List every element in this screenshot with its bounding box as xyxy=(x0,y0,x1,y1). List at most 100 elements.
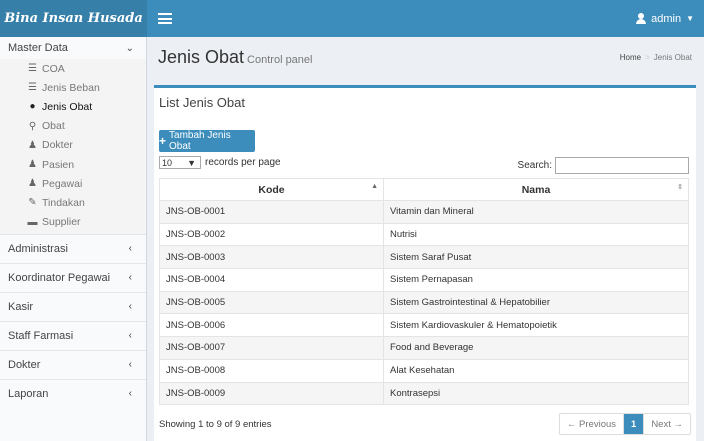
next-page-button[interactable]: Next → xyxy=(643,414,690,434)
sidebar-item-dokter-menu[interactable]: Dokter ‹ xyxy=(0,349,146,379)
table-row: JNS-OB-0005 Sistem Gastrointestinal & Hep… xyxy=(159,290,689,315)
breadcrumb-separator: > xyxy=(645,52,650,62)
breadcrumb: Home > Jenis Obat xyxy=(620,53,692,62)
nama-cell: Sistem Saraf Pusat xyxy=(383,245,689,270)
sidebar-item-coa[interactable]: ☰ COA xyxy=(0,59,146,78)
user-icon: ♟ xyxy=(28,159,37,171)
sidebar-item-master-data[interactable]: Master Data ⌄ xyxy=(0,37,146,59)
breadcrumb-home[interactable]: Home xyxy=(620,53,641,62)
column-header-label: Nama xyxy=(521,183,551,196)
search-label: Search: xyxy=(517,160,552,171)
table-info: Showing 1 to 9 of 9 entries xyxy=(159,419,272,430)
search-input[interactable] xyxy=(555,157,689,174)
binoculars-icon: ⚲ xyxy=(28,120,37,132)
kode-cell: JNS-OB-0006 xyxy=(159,313,384,338)
caret-down-icon: ▼ xyxy=(686,14,694,23)
list-box: List Jenis Obat + Tambah Jenis Obat 10 ▼ r… xyxy=(154,85,696,441)
sidebar-item-label: Koordinator Pegawai xyxy=(8,271,111,284)
kode-cell: JNS-OB-0003 xyxy=(159,245,384,270)
page-title: Jenis Obat Control panel xyxy=(158,47,312,68)
user-menu[interactable]: admin ▼ xyxy=(636,13,694,25)
sidebar-item-label: COA xyxy=(42,62,65,75)
page-size-value: 10 xyxy=(162,157,173,168)
chevron-left-icon: ‹ xyxy=(128,330,132,342)
sidebar-item-label: Jenis Beban xyxy=(42,81,100,94)
page-size-control: 10 ▼ records per page xyxy=(159,156,281,169)
sidebar-item-label: Kasir xyxy=(8,300,34,313)
list-icon: ☰ xyxy=(28,63,37,75)
chevron-left-icon: ‹ xyxy=(128,388,132,400)
pagination: ← Previous 1 Next → xyxy=(558,413,691,435)
page-size-label: records per page xyxy=(205,157,281,168)
sidebar-item-dokter[interactable]: ♟ Dokter xyxy=(0,136,146,155)
sidebar-item-label: Tindakan xyxy=(42,196,85,209)
sidebar-item-label: Obat xyxy=(42,120,65,133)
column-header-nama[interactable]: Nama ⇕ xyxy=(383,178,689,201)
sidebar-item-label: Dokter xyxy=(8,358,41,371)
table-row: JNS-OB-0008 Alat Kesehatan xyxy=(159,358,689,383)
sidebar-item-supplier[interactable]: ▬ Supplier xyxy=(0,213,146,232)
sidebar-item-administrasi[interactable]: Administrasi ‹ xyxy=(0,233,146,263)
sidebar-item-label: Master Data xyxy=(8,42,68,54)
nama-cell: Food and Beverage xyxy=(383,336,689,360)
add-jenis-obat-button[interactable]: + Tambah Jenis Obat xyxy=(159,130,255,152)
pills-icon: ● xyxy=(29,101,36,113)
kode-cell: JNS-OB-0009 xyxy=(159,381,384,406)
sort-asc-icon: ▲ xyxy=(371,183,378,190)
top-navbar: Bina Insan Husada admin ▼ xyxy=(0,0,704,37)
sidebar-toggle-icon[interactable] xyxy=(158,13,172,24)
kode-cell: JNS-OB-0002 xyxy=(159,222,384,247)
page-title-text: Jenis Obat xyxy=(158,46,245,67)
table-row: JNS-OB-0007 Food and Beverage xyxy=(159,336,689,360)
sidebar-item-jenis-beban[interactable]: ☰ Jenis Beban xyxy=(0,78,146,97)
chevron-left-icon: ‹ xyxy=(128,243,132,255)
sidebar-item-tindakan[interactable]: ✎ Tindakan xyxy=(0,193,146,212)
table-row: JNS-OB-0001 Vitamin dan Mineral xyxy=(159,200,689,224)
sidebar-item-label: Pasien xyxy=(42,158,75,171)
nama-cell: Sistem Pernapasan xyxy=(383,268,689,292)
sidebar-item-label: Pegawai xyxy=(42,177,83,190)
user-name: admin xyxy=(651,12,682,25)
sidebar-item-label: Dokter xyxy=(42,139,73,152)
kode-cell: JNS-OB-0007 xyxy=(159,336,384,360)
page-size-select[interactable]: 10 ▼ xyxy=(159,156,201,169)
previous-page-button[interactable]: ← Previous xyxy=(559,414,625,434)
column-header-label: Kode xyxy=(258,183,285,196)
box-title: List Jenis Obat xyxy=(159,95,245,110)
sidebar-item-staff-farmasi[interactable]: Staff Farmasi ‹ xyxy=(0,320,146,350)
sidebar-item-label: Laporan xyxy=(8,387,49,400)
brand-logo[interactable]: Bina Insan Husada xyxy=(0,0,147,37)
search-control: Search: xyxy=(518,157,689,174)
nama-cell: Sistem Gastrointestinal & Hepatobilier xyxy=(383,290,689,315)
list-icon: ☰ xyxy=(28,82,37,94)
sidebar-item-jenis-obat[interactable]: ● Jenis Obat xyxy=(0,97,146,116)
chevron-down-icon: ⌄ xyxy=(125,42,134,54)
content-wrapper: Jenis Obat Control panel Home > Jenis Oba… xyxy=(147,37,704,441)
sidebar-item-label: Supplier xyxy=(42,216,81,229)
breadcrumb-current: Jenis Obat xyxy=(653,52,692,62)
sidebar-item-label: Jenis Obat xyxy=(42,100,93,113)
pencil-icon: ✎ xyxy=(28,197,37,209)
sidebar-item-koordinator-pegawai[interactable]: Koordinator Pegawai ‹ xyxy=(0,262,146,292)
master-data-submenu: ☰ COA ☰ Jenis Beban ● Jenis Obat ⚲ Obat ♟ Dok… xyxy=(0,59,146,234)
kode-cell: JNS-OB-0005 xyxy=(159,290,384,315)
kode-cell: JNS-OB-0004 xyxy=(159,268,384,292)
nama-cell: Sistem Kardiovaskuler & Hematopoietik xyxy=(383,313,689,338)
page-subtitle: Control panel xyxy=(247,53,313,66)
plus-icon: + xyxy=(159,134,167,148)
sidebar-item-pegawai[interactable]: ♟ Pegawai xyxy=(0,174,146,193)
sidebar-item-kasir[interactable]: Kasir ‹ xyxy=(0,291,146,321)
table-row: JNS-OB-0003 Sistem Saraf Pusat xyxy=(159,245,689,270)
user-icon: ♟ xyxy=(28,178,37,190)
sort-icon: ⇕ xyxy=(677,184,683,191)
sidebar-item-pasien[interactable]: ♟ Pasien xyxy=(0,155,146,174)
chevron-left-icon: ‹ xyxy=(128,301,132,313)
kode-cell: JNS-OB-0001 xyxy=(159,200,384,224)
nama-cell: Alat Kesehatan xyxy=(383,358,689,383)
page-1-button[interactable]: 1 xyxy=(624,414,644,434)
sidebar-item-laporan[interactable]: Laporan ‹ xyxy=(0,378,146,408)
column-header-kode[interactable]: Kode ▲ xyxy=(159,178,384,201)
add-button-label: Tambah Jenis Obat xyxy=(169,130,231,152)
sidebar-item-label: Administrasi xyxy=(8,242,68,255)
sidebar-item-obat[interactable]: ⚲ Obat xyxy=(0,117,146,136)
